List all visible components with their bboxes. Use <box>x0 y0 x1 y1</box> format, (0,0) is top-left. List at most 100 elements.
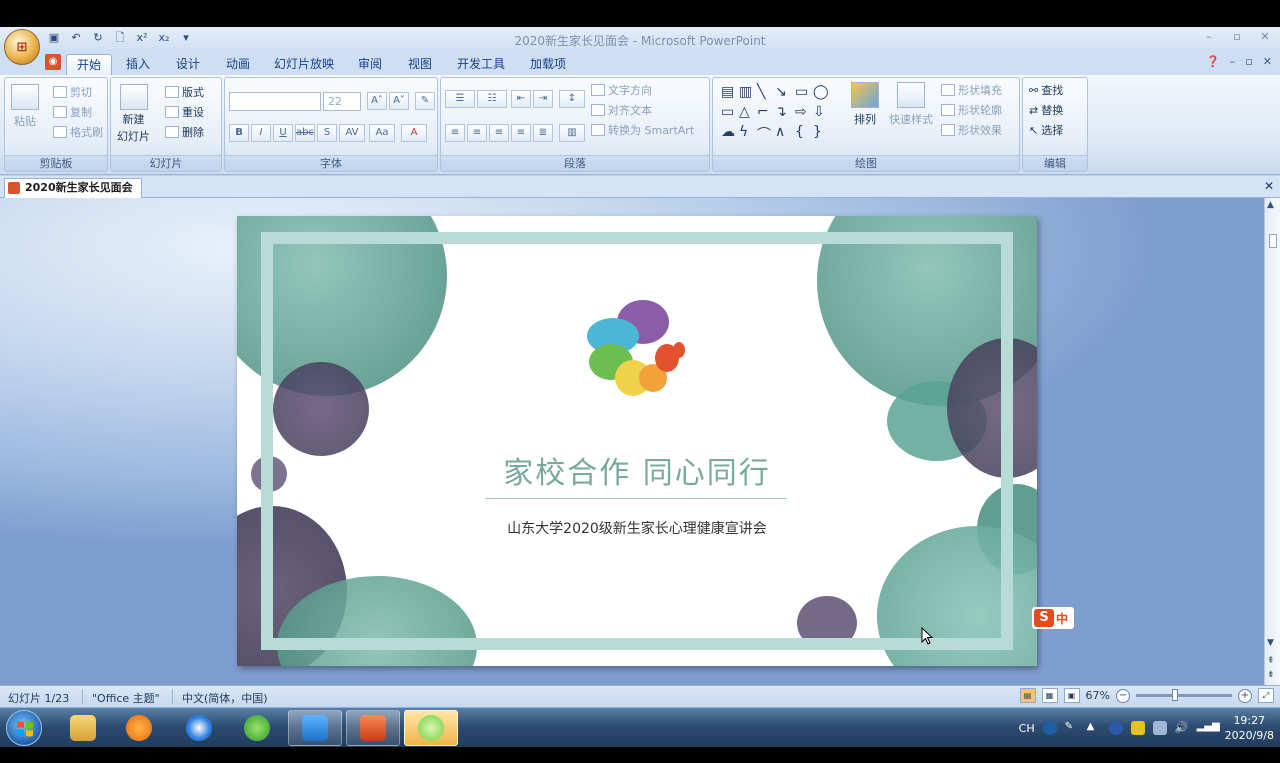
numbering-button[interactable]: ☷ <box>477 90 507 108</box>
shape-triangle-icon[interactable]: △ <box>739 104 750 120</box>
format-painter-button[interactable]: 格式刷 <box>53 124 103 140</box>
next-slide-icon[interactable]: ⇟ <box>1267 670 1275 680</box>
shape-brace-right-icon[interactable]: } <box>813 124 822 140</box>
shape-rect2-icon[interactable]: ▭ <box>721 104 734 120</box>
shape-textbox-v-icon[interactable]: ▥ <box>739 84 752 100</box>
restore-icon[interactable]: ▫ <box>1230 30 1244 44</box>
taskbar-wechat[interactable] <box>404 710 458 746</box>
language-indicator[interactable]: 中文(简体，中国) <box>182 690 268 706</box>
slideshow-view-icon[interactable]: ▣ <box>1063 688 1080 703</box>
network-signal-icon[interactable]: ▂▄▆ <box>1197 721 1220 735</box>
ribbon-minimize-icon[interactable]: – <box>1230 55 1236 68</box>
help-tray-icon[interactable] <box>1042 721 1057 735</box>
security-tray-icon[interactable] <box>1130 721 1145 735</box>
tab-design[interactable]: 设计 <box>168 54 208 75</box>
font-size-combo[interactable]: 22 <box>323 92 361 111</box>
char-spacing-button[interactable]: AV <box>339 124 365 142</box>
prev-slide-icon[interactable]: ⇞ <box>1267 656 1275 666</box>
increase-indent-button[interactable]: ⇥ <box>533 90 553 108</box>
slide-subtitle[interactable]: 山东大学2020级新生家长心理健康宣讲会 <box>237 518 1037 538</box>
shape-down-arrow-icon[interactable]: ⇩ <box>813 104 825 120</box>
shape-elbow-icon[interactable]: ⌐ <box>757 104 769 120</box>
shape-arrow-icon[interactable]: ↘ <box>775 84 787 100</box>
font-family-combo[interactable] <box>229 92 321 111</box>
clock[interactable]: 19:27 2020/9/8 <box>1225 713 1274 743</box>
clear-format-button[interactable]: ✎ <box>415 92 435 110</box>
taskbar-explorer[interactable] <box>56 710 110 746</box>
ribbon-close-icon[interactable]: ✕ <box>1263 55 1272 68</box>
change-case-button[interactable]: Aa <box>369 124 395 142</box>
align-left-button[interactable]: ≡ <box>445 124 465 142</box>
grow-font-button[interactable]: A˄ <box>367 92 387 110</box>
close-icon[interactable]: ✕ <box>1258 30 1272 44</box>
shadow-button[interactable]: S <box>317 124 337 142</box>
justify-button[interactable]: ≡ <box>511 124 531 142</box>
copy-button[interactable]: 复制 <box>53 104 92 120</box>
bullets-button[interactable]: ☰ <box>445 90 475 108</box>
scroll-down-icon[interactable]: ▼ <box>1267 638 1274 648</box>
tab-addins[interactable]: 加载项 <box>522 54 574 75</box>
zoom-slider-knob[interactable] <box>1172 689 1178 701</box>
tab-slideshow[interactable]: 幻灯片放映 <box>268 54 340 75</box>
shape-rect-icon[interactable]: ▭ <box>795 84 808 100</box>
tab-review[interactable]: 审阅 <box>350 54 390 75</box>
delete-slide-button[interactable]: 删除 <box>165 124 204 140</box>
input-language[interactable]: CH <box>1019 722 1035 735</box>
taskbar-media-player[interactable] <box>112 710 166 746</box>
bold-button[interactable]: B <box>229 124 249 142</box>
show-hidden-icons-icon[interactable]: ▲ <box>1087 721 1101 735</box>
reset-button[interactable]: 重设 <box>165 104 204 120</box>
device-tray-icon[interactable] <box>1152 721 1167 735</box>
italic-button[interactable]: I <box>251 124 271 142</box>
taskbar-powerpoint[interactable] <box>346 710 400 746</box>
normal-view-icon[interactable]: ▤ <box>1019 688 1036 703</box>
shape-arc-icon[interactable]: ⌒ <box>757 124 771 144</box>
decrease-indent-button[interactable]: ⇤ <box>511 90 531 108</box>
find-button[interactable]: ⚯ 查找 <box>1029 82 1063 98</box>
ime-indicator[interactable]: S 中 <box>1032 607 1074 629</box>
zoom-slider[interactable] <box>1136 689 1232 701</box>
shape-textbox-icon[interactable]: ▤ <box>721 84 734 100</box>
taskbar-sogou[interactable] <box>172 710 226 746</box>
shape-elbow-arrow-icon[interactable]: ↴ <box>775 104 787 120</box>
document-close-icon[interactable]: ✕ <box>1264 179 1274 193</box>
columns-button[interactable]: ▥ <box>559 124 585 142</box>
pen-tray-icon[interactable]: ✎ <box>1065 721 1079 735</box>
paste-button[interactable]: 粘贴 <box>11 84 39 129</box>
distributed-button[interactable]: ≣ <box>533 124 553 142</box>
shape-fill-button[interactable]: 形状填充 <box>941 82 1002 98</box>
slide-canvas[interactable]: 家校合作 同心同行 山东大学2020级新生家长心理健康宣讲会 <box>237 216 1037 666</box>
strikethrough-button[interactable]: abc <box>295 124 315 142</box>
shape-cloud-icon[interactable]: ☁ <box>721 124 735 140</box>
shape-brace-left-icon[interactable]: { <box>795 124 804 140</box>
smartart-button[interactable]: 转换为 SmartArt <box>591 122 694 138</box>
vertical-scrollbar[interactable]: ▲ ▼ ⇞ ⇟ <box>1264 198 1280 685</box>
zoom-level[interactable]: 67% <box>1086 689 1110 702</box>
align-text-button[interactable]: 对齐文本 <box>591 102 652 118</box>
tab-home[interactable]: 开始 <box>66 54 112 75</box>
addin-icon[interactable]: ◉ <box>45 54 61 70</box>
tab-developer[interactable]: 开发工具 <box>450 54 512 75</box>
tab-insert[interactable]: 插入 <box>118 54 158 75</box>
zoom-out-icon[interactable]: − <box>1116 688 1130 703</box>
bluetooth-icon[interactable] <box>1108 721 1123 735</box>
start-button[interactable] <box>6 710 42 746</box>
line-spacing-button[interactable]: ↕ <box>559 90 585 108</box>
tab-animations[interactable]: 动画 <box>218 54 258 75</box>
ribbon-restore-icon[interactable]: ▫ <box>1245 55 1252 68</box>
shape-oval-icon[interactable]: ◯ <box>813 84 829 100</box>
help-icon[interactable]: ❓ <box>1206 55 1220 68</box>
zoom-in-icon[interactable]: + <box>1238 688 1252 703</box>
volume-icon[interactable]: 🔊 <box>1175 721 1189 735</box>
arrange-button[interactable]: 排列 <box>851 82 879 127</box>
shape-wave-icon[interactable]: ∧ <box>775 124 785 140</box>
cut-button[interactable]: 剪切 <box>53 84 92 100</box>
replace-button[interactable]: ⇄ 替换 <box>1029 102 1063 118</box>
fit-to-window-icon[interactable]: ⤢ <box>1258 688 1274 703</box>
quick-styles-button[interactable]: 快速样式 <box>889 82 933 127</box>
shape-outline-button[interactable]: 形状轮廓 <box>941 102 1002 118</box>
scroll-up-icon[interactable]: ▲ <box>1267 200 1274 210</box>
office-button[interactable]: ⊞ <box>4 29 40 65</box>
shape-right-arrow-icon[interactable]: ⇨ <box>795 104 807 120</box>
layout-button[interactable]: 版式 <box>165 84 204 100</box>
